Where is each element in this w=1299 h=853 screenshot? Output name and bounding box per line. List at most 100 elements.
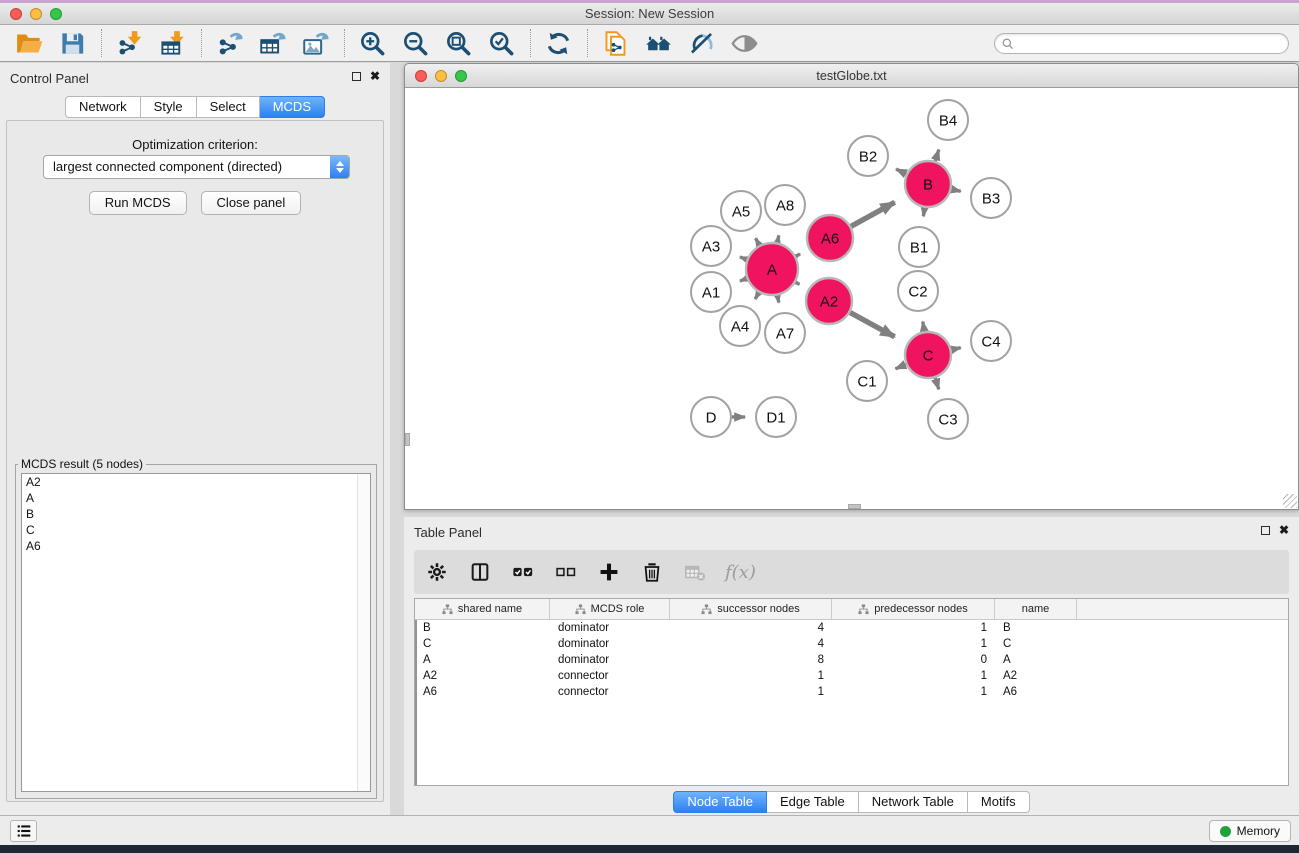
mcds-result-item[interactable]: A2 — [22, 474, 370, 490]
duplicate-network-button[interactable] — [598, 27, 632, 59]
float-panel-icon[interactable] — [352, 72, 361, 81]
edge-B-B1[interactable] — [923, 208, 924, 217]
node-D1[interactable]: D1 — [756, 397, 796, 437]
column-header-predecessor-nodes[interactable]: predecessor nodes — [832, 599, 995, 619]
zoom-selected-button[interactable] — [484, 27, 518, 59]
node-A[interactable]: A — [746, 243, 798, 295]
mcds-result-item[interactable]: C — [22, 522, 370, 538]
tab-node-table[interactable]: Node Table — [673, 791, 767, 813]
edge-A2-C[interactable] — [850, 313, 895, 337]
export-network-button[interactable] — [212, 27, 246, 59]
export-table-button[interactable] — [255, 27, 289, 59]
eye-button[interactable] — [727, 27, 761, 59]
edge-C-C3[interactable] — [935, 378, 939, 390]
mcds-result-list[interactable]: A2ABCA6 — [21, 473, 371, 792]
vertical-scroll-nub[interactable] — [405, 433, 410, 446]
add-button[interactable] — [596, 559, 622, 585]
network-window-titlebar[interactable]: testGlobe.txt — [405, 64, 1298, 88]
node-A2[interactable]: A2 — [806, 278, 852, 324]
close-panel-icon[interactable]: ✖ — [1279, 525, 1289, 535]
import-network-button[interactable] — [112, 27, 146, 59]
save-button[interactable] — [55, 27, 89, 59]
delete-button[interactable] — [639, 559, 665, 585]
node-C1[interactable]: C1 — [847, 361, 887, 401]
node-B3[interactable]: B3 — [971, 178, 1011, 218]
select-all-button[interactable] — [510, 559, 536, 585]
column-header-shared-name[interactable]: shared name — [415, 599, 550, 619]
column-header-successor-nodes[interactable]: successor nodes — [670, 599, 832, 619]
edge-A-A3[interactable] — [740, 257, 747, 260]
node-A3[interactable]: A3 — [691, 226, 731, 266]
node-table[interactable]: shared nameMCDS rolesuccessor nodesprede… — [414, 598, 1289, 786]
zoom-fit-button[interactable] — [441, 27, 475, 59]
home-button[interactable] — [641, 27, 675, 59]
edge-A-A1[interactable] — [740, 279, 747, 282]
close-panel-icon[interactable]: ✖ — [370, 71, 380, 81]
edge-B-B4[interactable] — [935, 150, 939, 162]
float-panel-icon[interactable] — [1261, 526, 1270, 535]
tab-network[interactable]: Network — [65, 96, 141, 118]
edge-B-B2[interactable] — [896, 169, 906, 174]
tab-style[interactable]: Style — [141, 96, 197, 118]
edge-A6-B[interactable] — [851, 202, 895, 226]
node-A5[interactable]: A5 — [721, 191, 761, 231]
memory-button[interactable]: Memory — [1209, 820, 1291, 842]
network-graph[interactable]: B4 B2 B B3 A5 A8 A6 B1 A3 A A1 C2 A2 A4 … — [405, 88, 1298, 509]
node-C[interactable]: C — [905, 332, 951, 378]
mcds-result-item[interactable]: A6 — [22, 538, 370, 554]
node-B2[interactable]: B2 — [848, 136, 888, 176]
edge-C-C4[interactable] — [951, 348, 960, 350]
node-C3[interactable]: C3 — [928, 399, 968, 439]
mcds-result-item[interactable]: B — [22, 506, 370, 522]
export-image-button[interactable] — [298, 27, 332, 59]
horizontal-scroll-nub[interactable] — [848, 504, 861, 509]
tab-edge-table[interactable]: Edge Table — [767, 791, 859, 813]
node-A8[interactable]: A8 — [765, 185, 805, 225]
gear-button[interactable] — [424, 559, 450, 585]
table-row[interactable]: Cdominator41C — [415, 636, 1288, 652]
tab-network-table[interactable]: Network Table — [859, 791, 968, 813]
edge-B-B3[interactable] — [951, 189, 960, 191]
edge-A-A4[interactable] — [755, 293, 759, 300]
deselect-all-button[interactable] — [553, 559, 579, 585]
criterion-dropdown[interactable]: largest connected component (directed) — [43, 155, 350, 179]
table-row[interactable]: Adominator80A — [415, 652, 1288, 668]
close-panel-button[interactable]: Close panel — [201, 191, 302, 215]
table-row[interactable]: A2connector11A2 — [415, 668, 1288, 684]
node-C2[interactable]: C2 — [898, 271, 938, 311]
scrollbar-track[interactable] — [357, 474, 370, 791]
node-A4[interactable]: A4 — [720, 306, 760, 346]
node-A1[interactable]: A1 — [691, 272, 731, 312]
node-C4[interactable]: C4 — [971, 321, 1011, 361]
tab-select[interactable]: Select — [197, 96, 260, 118]
edge-C-C1[interactable] — [896, 364, 906, 368]
open-folder-button[interactable] — [12, 27, 46, 59]
tab-motifs[interactable]: Motifs — [968, 791, 1030, 813]
zoom-out-button[interactable] — [398, 27, 432, 59]
zoom-in-button[interactable] — [355, 27, 389, 59]
run-mcds-button[interactable]: Run MCDS — [89, 191, 187, 215]
edge-A-A2[interactable] — [796, 282, 800, 284]
node-B1[interactable]: B1 — [899, 227, 939, 267]
edge-A-A8[interactable] — [777, 235, 778, 242]
columns-button[interactable] — [467, 559, 493, 585]
edge-C-C2[interactable] — [923, 322, 925, 332]
edge-A-A5[interactable] — [756, 238, 760, 245]
node-A7[interactable]: A7 — [765, 313, 805, 353]
edge-A-A6[interactable] — [796, 254, 800, 256]
table-row[interactable]: Bdominator41B — [415, 620, 1288, 636]
mcds-result-item[interactable]: A — [22, 490, 370, 506]
search-field[interactable] — [994, 33, 1289, 54]
resize-grip[interactable] — [1283, 494, 1297, 508]
node-A6[interactable]: A6 — [807, 215, 853, 261]
import-table-button[interactable] — [155, 27, 189, 59]
node-B[interactable]: B — [905, 161, 951, 207]
network-canvas[interactable]: B4 B2 B B3 A5 A8 A6 B1 A3 A A1 C2 A2 A4 … — [405, 88, 1298, 509]
table-row[interactable]: A6connector11A6 — [415, 684, 1288, 700]
column-header-name[interactable]: name — [995, 599, 1077, 619]
tab-mcds[interactable]: MCDS — [260, 96, 325, 118]
node-D[interactable]: D — [691, 397, 731, 437]
show-panels-button[interactable] — [10, 820, 37, 842]
column-header-MCDS-role[interactable]: MCDS role — [550, 599, 670, 619]
refresh-button[interactable] — [541, 27, 575, 59]
